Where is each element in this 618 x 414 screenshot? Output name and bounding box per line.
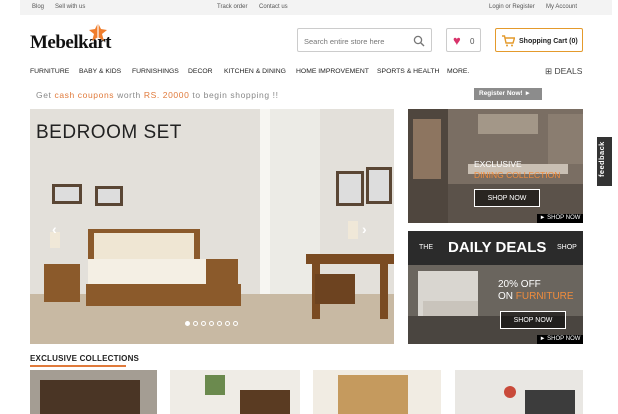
- nav-item-sports-health[interactable]: SPORTS & HEALTH: [377, 68, 439, 75]
- nav-item-home-improvement[interactable]: HOME IMPROVEMENT: [296, 68, 369, 75]
- deals-shop-now-link[interactable]: ► SHOP NOW: [537, 335, 583, 344]
- daily-deals-banner[interactable]: THE DAILY DEALS SHOP 20% OFF ON FURNITUR…: [408, 231, 583, 344]
- bedroom-image: [30, 109, 394, 344]
- feedback-tab[interactable]: feedback: [597, 137, 612, 186]
- deals-shop-now-button[interactable]: SHOP NOW: [500, 311, 566, 329]
- deals-link[interactable]: ⊞ DEALS: [545, 66, 582, 77]
- collection-thumb[interactable]: [30, 370, 157, 414]
- deals-line1: 20% OFF: [498, 279, 541, 290]
- collection-thumb[interactable]: [170, 370, 300, 414]
- search-input[interactable]: Search entire store here: [297, 28, 432, 52]
- search-icon[interactable]: [413, 35, 425, 47]
- slider-dot[interactable]: [217, 321, 222, 326]
- dining-line2: DINING COLLECTION: [474, 170, 561, 180]
- sell-with-us-link[interactable]: Sell with us: [55, 4, 85, 10]
- wishlist-button[interactable]: ♥ 0: [446, 28, 481, 52]
- deals-title: DAILY DEALS: [448, 239, 547, 256]
- slider-dot[interactable]: [185, 321, 190, 326]
- deals-line2: ON FURNITURE: [498, 291, 574, 302]
- shopping-cart-button[interactable]: Shopping Cart (0): [495, 28, 583, 52]
- deals-suffix: SHOP: [557, 244, 577, 251]
- dining-shop-now-link[interactable]: ► SHOP NOW: [537, 214, 583, 223]
- promo-text-pre: Get: [36, 90, 55, 100]
- main-nav: FURNITURE BABY & KIDS FURNISHINGS DECOR …: [30, 68, 590, 78]
- my-account-link[interactable]: My Account: [546, 4, 577, 10]
- deals-line2-prefix: ON: [498, 291, 516, 302]
- deals-prefix: THE: [419, 244, 433, 251]
- promo-text-post: to begin shopping !!: [189, 90, 279, 100]
- dining-line1: EXCLUSIVE: [474, 159, 522, 169]
- promo-highlight: cash coupons: [54, 90, 115, 100]
- cart-label: Shopping Cart (0): [519, 38, 578, 45]
- hero-slider[interactable]: BEDROOM SET ‹ ›: [30, 109, 394, 344]
- login-register-link[interactable]: Login or Register: [489, 4, 535, 10]
- logo-star-icon: [89, 23, 107, 41]
- collection-image: [338, 375, 408, 414]
- contact-us-link[interactable]: Contact us: [259, 4, 288, 10]
- dining-shop-now-button[interactable]: SHOP NOW: [474, 189, 540, 207]
- next-arrow-icon[interactable]: ›: [362, 221, 367, 237]
- prev-arrow-icon[interactable]: ‹: [52, 221, 57, 237]
- promo-text-mid: worth: [114, 90, 144, 100]
- gift-icon: ⊞: [545, 66, 553, 76]
- blog-link[interactable]: Blog: [32, 4, 44, 10]
- top-bar: Blog Sell with us Track order Contact us…: [20, 0, 612, 15]
- slider-dot[interactable]: [209, 321, 214, 326]
- slider-dots: [185, 321, 238, 326]
- collection-thumb[interactable]: [313, 370, 441, 414]
- collection-image: [40, 380, 140, 414]
- hero-title: BEDROOM SET: [36, 122, 182, 143]
- promo-amount: RS. 20000: [143, 90, 190, 100]
- nav-item-kitchen-dining[interactable]: KITCHEN & DINING: [224, 68, 286, 75]
- slider-dot[interactable]: [225, 321, 230, 326]
- nav-item-furnishings[interactable]: FURNISHINGS: [132, 68, 179, 75]
- search-placeholder: Search entire store here: [304, 37, 385, 46]
- track-order-link[interactable]: Track order: [217, 4, 247, 10]
- register-now-button[interactable]: Register Now! ►: [474, 88, 542, 100]
- slider-dot[interactable]: [233, 321, 238, 326]
- nav-item-furniture[interactable]: FURNITURE: [30, 68, 69, 75]
- deals-label: DEALS: [554, 66, 583, 76]
- wishlist-count: 0: [470, 37, 475, 46]
- section-underline: [30, 365, 126, 367]
- section-title: EXCLUSIVE COLLECTIONS: [30, 354, 140, 363]
- slider-dot[interactable]: [201, 321, 206, 326]
- promo-banner: Get cash coupons worth RS. 20000 to begi…: [36, 90, 279, 100]
- nav-item-decor[interactable]: DECOR: [188, 68, 213, 75]
- collection-image: [205, 375, 290, 414]
- heart-icon: ♥: [453, 33, 461, 48]
- nav-item-baby-kids[interactable]: BABY & KIDS: [79, 68, 121, 75]
- cart-icon: [502, 35, 515, 47]
- dining-collection-banner[interactable]: EXCLUSIVE DINING COLLECTION SHOP NOW ► S…: [408, 109, 583, 223]
- slider-dot[interactable]: [193, 321, 198, 326]
- collection-thumb[interactable]: [455, 370, 583, 414]
- collection-image: [504, 386, 575, 414]
- deals-line2-highlight: FURNITURE: [515, 291, 574, 302]
- nav-item-more[interactable]: MORE.: [447, 68, 469, 75]
